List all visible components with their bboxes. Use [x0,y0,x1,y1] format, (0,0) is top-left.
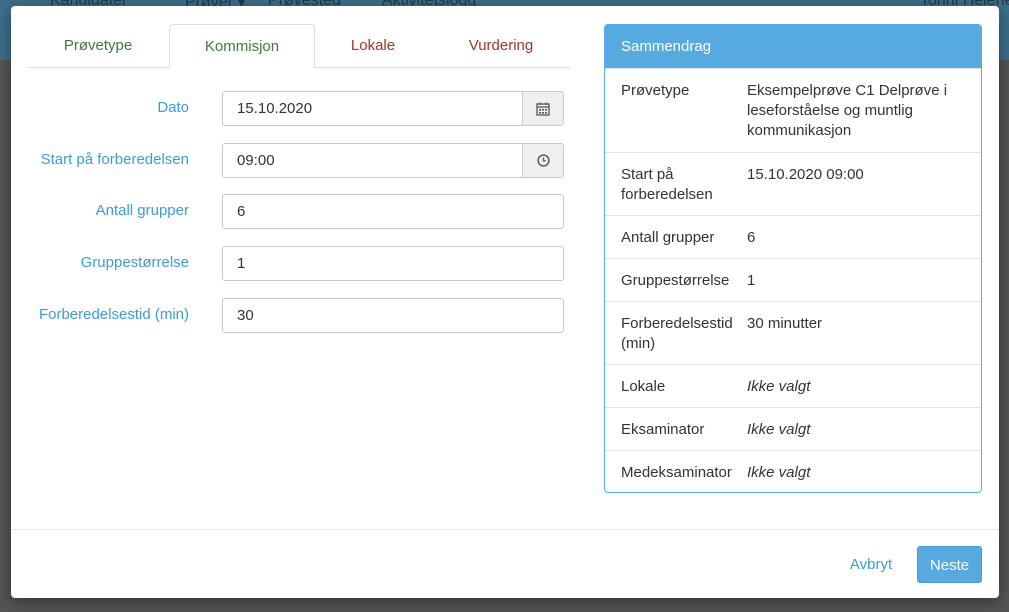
summary-key: Gruppestørrelse [621,272,730,289]
summary-value: Ikke valgt [747,421,811,438]
clock-icon [536,154,550,167]
summary-key: Medeksaminator [621,464,732,481]
summary-key: Start på forberedelsen [621,166,713,203]
summary-row: Gruppestørrelse 1 [605,258,981,301]
summary-value: Ikke valgt [747,464,811,481]
group-size-row: Gruppestørrelse 1 [28,246,571,282]
wizard-tabs: Prøvetype Kommisjon Lokale Vurdering [28,24,571,69]
groups-row: Antall grupper 6 [28,194,571,230]
summary-value: Ikke valgt [747,378,811,395]
group-size-input[interactable]: 1 [222,246,564,281]
start-time-value: 09:00 [237,152,275,169]
summary-row: Start på forberedelsen 15.10.2020 09:00 [605,152,981,215]
summary-row: Forberedelsestid (min) 30 minutter [605,301,981,364]
calendar-icon [536,102,550,116]
summary-row: Lokale Ikke valgt [605,364,981,407]
summary-row: Antall grupper 6 [605,215,981,258]
calendar-button[interactable] [522,92,563,125]
summary-value: 15.10.2020 09:00 [747,166,864,183]
tab-lokale[interactable]: Lokale [317,24,429,68]
tab-kommisjon[interactable]: Kommisjon [169,24,315,69]
date-row: Dato 15.10.2020 [28,91,571,127]
date-value: 15.10.2020 [237,100,313,117]
summary-key: Lokale [621,378,666,395]
wizard-modal: Prøvetype Kommisjon Lokale Vurdering Dat… [11,6,999,598]
summary-row: Eksaminator Ikke valgt [605,407,981,450]
tab-vurdering[interactable]: Vurdering [431,24,571,68]
groups-value: 6 [237,203,246,220]
summary-row: Medeksaminator Ikke valgt [605,450,981,492]
prep-time-value: 30 [237,307,254,324]
group-size-label: Gruppestørrelse [80,254,189,271]
summary-row: Prøvetype Eksempelprøve C1 Delprøve i le… [605,68,981,152]
start-row: Start på forberedelsen 09:00 [28,143,571,179]
summary-title: Sammendrag [605,25,981,68]
summary-value: 30 minutter [747,315,823,332]
prep-time-row: Forberedelsestid (min) 30 [28,298,571,334]
summary-value: Eksempelprøve C1 Delprøve i leseforståel… [747,82,948,139]
tab-provetype[interactable]: Prøvetype [28,24,168,68]
date-label: Dato [157,99,189,116]
summary-key: Eksaminator [621,421,705,438]
start-label: Start på forberedelsen [40,151,189,168]
date-field[interactable]: 15.10.2020 [222,91,564,126]
time-picker-button[interactable] [522,144,563,177]
start-time-field[interactable]: 09:00 [222,143,564,178]
summary-key: Antall grupper [621,229,715,246]
summary-value: 6 [747,229,756,246]
summary-value: 1 [747,272,756,289]
groups-input[interactable]: 6 [222,194,564,229]
cancel-button[interactable]: Avbryt [841,547,901,583]
prep-time-label: Forberedelsestid (min) [38,306,189,323]
next-button[interactable]: Neste [917,546,982,583]
modal-footer: Avbryt Neste [11,529,999,598]
summary-key: Prøvetype [621,82,690,99]
group-size-value: 1 [237,255,246,272]
prep-time-input[interactable]: 30 [222,298,564,333]
summary-panel: Sammendrag Prøvetype Eksempelprøve C1 De… [604,24,982,493]
groups-label: Antall grupper [95,202,189,219]
summary-key: Forberedelsestid (min) [621,315,733,352]
